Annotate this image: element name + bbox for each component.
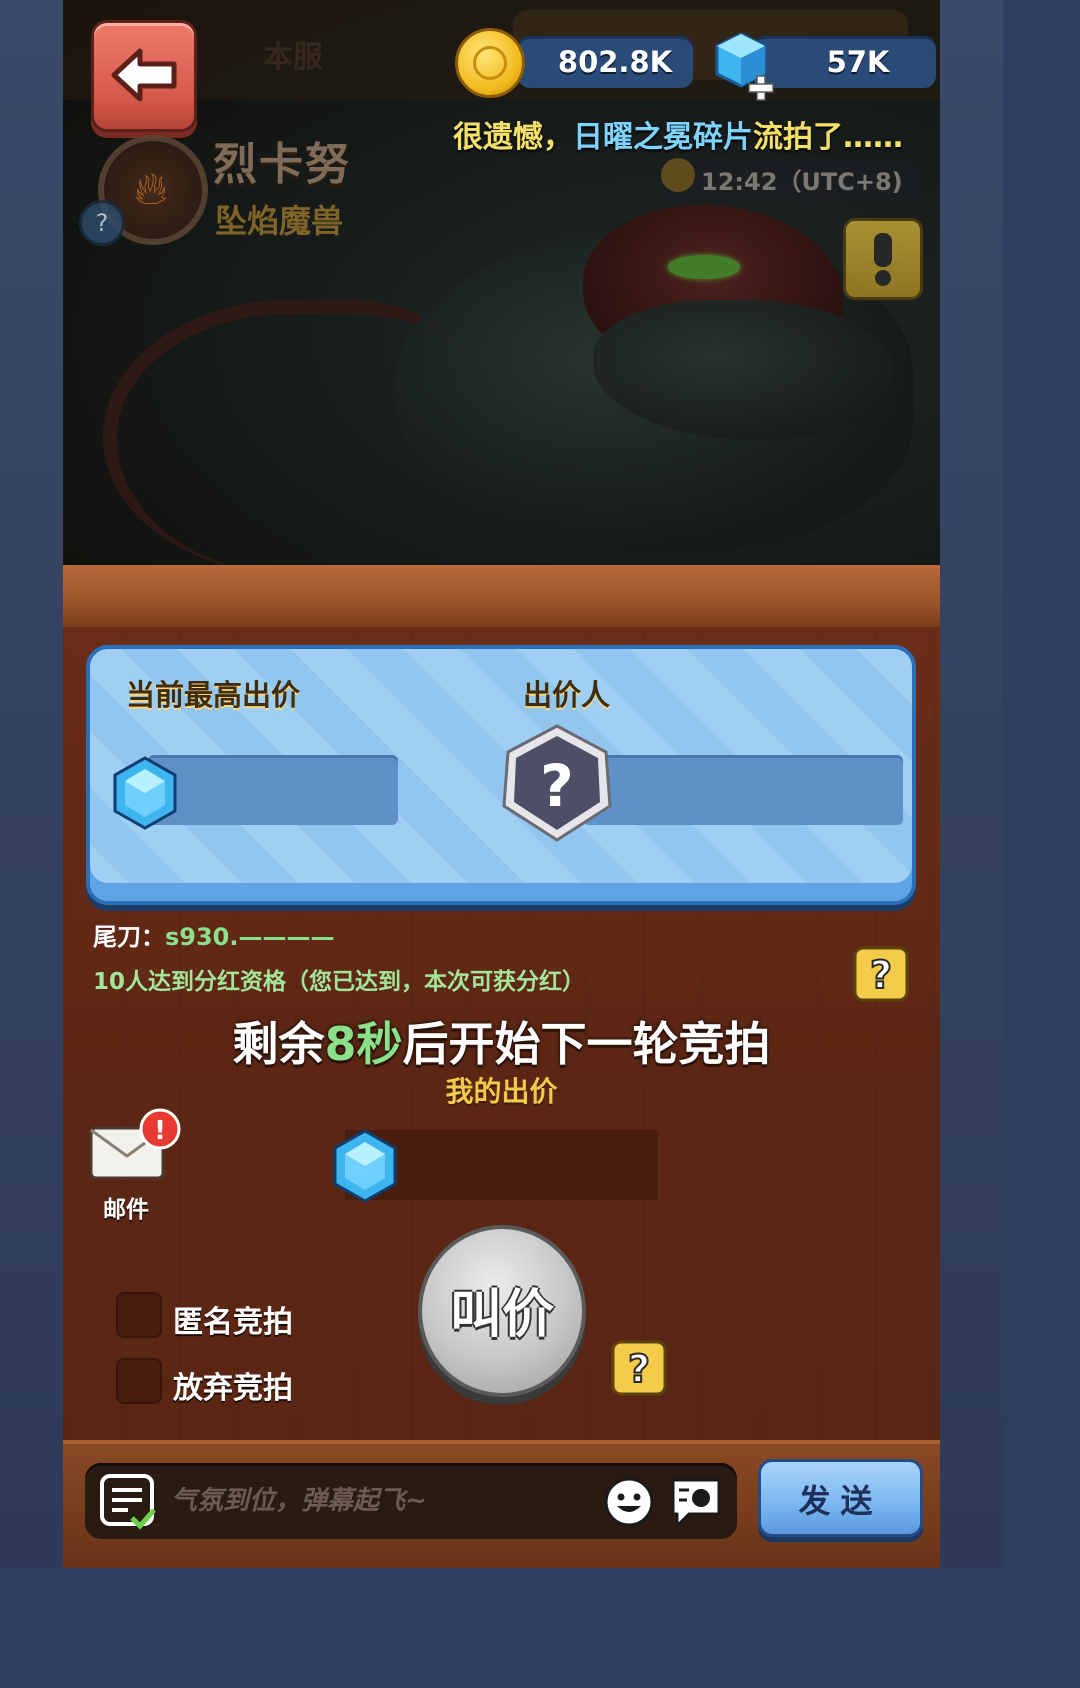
auction-screen: 本服 802.8K 57K 很遗憾，日曜之冕碎片流拍了…… 🔥︎ ? 烈卡努 坠…	[63, 0, 940, 1568]
anonymous-bid-label[interactable]: 匿名竞拍	[173, 1297, 293, 1341]
dividend-line: 10人达到分红资格（您已达到，本次可获分红）	[93, 962, 585, 996]
back-button[interactable]	[91, 20, 197, 132]
exclamation-icon	[874, 233, 892, 286]
tab-server[interactable]: 本服	[213, 28, 373, 88]
chat-placeholder: 气氛到位，弹幕起飞~	[171, 1486, 427, 1516]
boss-title: 坠焰魔兽	[215, 202, 344, 240]
bidder-avatar-glyph: ?	[540, 752, 574, 820]
last-hit-line: 尾刀：s930.————	[93, 917, 335, 952]
ticker-item: 日曜之冕碎片	[573, 120, 753, 155]
last-hit-value: s930.————	[165, 923, 335, 951]
gem-icon	[113, 756, 177, 830]
chat-list-icon[interactable]	[98, 1472, 158, 1532]
help-glyph: ?	[870, 953, 892, 997]
auction-time: 12:42（UTC+8)	[701, 168, 903, 196]
info-button[interactable]	[843, 218, 923, 300]
countdown-seconds: 8秒	[324, 1017, 403, 1071]
give-up-bid-checkbox[interactable]	[116, 1358, 162, 1404]
unknown-bidder-avatar: ?	[502, 724, 612, 842]
broadcast-ticker: 很遗憾，日曜之冕碎片流拍了……	[453, 116, 940, 160]
barrage-toggle-icon[interactable]	[667, 1474, 725, 1530]
bid-help-button[interactable]: ?	[611, 1340, 667, 1396]
emoji-icon[interactable]	[603, 1476, 655, 1528]
coin-value: 802.8K	[557, 45, 673, 79]
mail-label: 邮件	[103, 1197, 149, 1223]
send-label[interactable]: 发送	[758, 1476, 923, 1522]
flame-icon: 🔥︎	[134, 161, 168, 215]
boss-name: 烈卡努	[213, 139, 351, 190]
clock-icon	[661, 158, 695, 192]
gem-value: 57K	[826, 45, 890, 79]
highest-bid-label: 当前最高出价	[126, 678, 301, 712]
ticker-text-1: 很遗憾，	[453, 120, 573, 155]
boss-help-icon[interactable]: ?	[79, 200, 125, 246]
ticker-text-2: 流拍了……	[753, 120, 903, 155]
highest-bid-field	[148, 755, 398, 825]
left-backdrop	[0, 0, 63, 1568]
back-arrow-icon	[111, 48, 177, 102]
gem-icon	[333, 1129, 397, 1203]
last-hit-label: 尾刀：	[93, 923, 165, 951]
bidder-label: 出价人	[523, 678, 611, 712]
wood-shelf	[63, 565, 940, 627]
right-backdrop	[940, 0, 1003, 1568]
place-bid-label[interactable]: 叫价	[418, 1272, 586, 1347]
gem-add-icon[interactable]	[711, 30, 783, 102]
next-round-countdown: 剩余8秒后开始下一轮竞拍	[63, 1008, 940, 1074]
bidder-field	[583, 755, 903, 825]
dividend-note: （您已达到，本次可获分红）	[286, 969, 586, 995]
my-bid-label: 我的出价	[445, 1075, 558, 1108]
coin-icon	[455, 28, 525, 98]
countdown-prefix: 剩余	[232, 1017, 325, 1071]
give-up-bid-label[interactable]: 放弃竞拍	[173, 1363, 293, 1407]
anonymous-bid-checkbox[interactable]	[116, 1292, 162, 1338]
dividend-help-button[interactable]: ?	[853, 946, 909, 1002]
mail-badge-glyph: !	[154, 1116, 166, 1146]
mail-alert-icon: !	[139, 1108, 181, 1150]
countdown-suffix: 后开始下一轮竞拍	[402, 1017, 771, 1071]
help-glyph: ?	[628, 1347, 650, 1391]
dividend-count: 10人达到分红资格	[93, 969, 287, 995]
